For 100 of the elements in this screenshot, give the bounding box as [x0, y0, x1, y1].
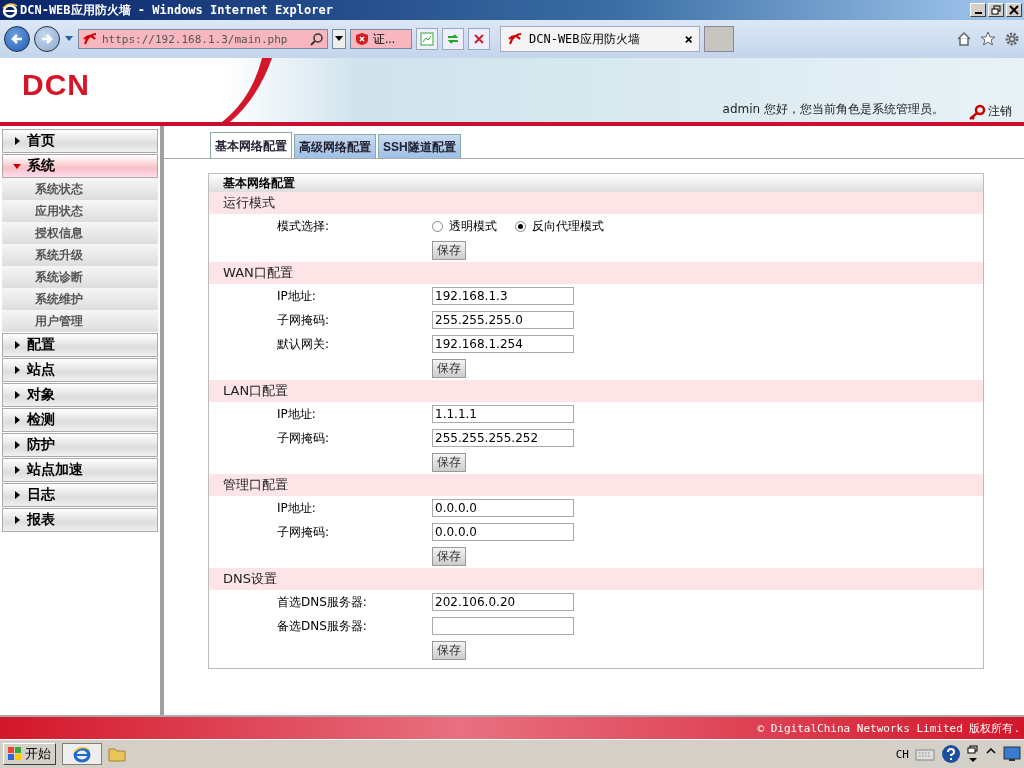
star-icon[interactable] [980, 31, 996, 47]
page-icon [82, 31, 98, 47]
page-icon [507, 31, 523, 47]
sidebar-item[interactable]: 站点 [2, 358, 158, 382]
sidebar-subitem[interactable]: 系统升级 [2, 244, 158, 266]
sidebar-item[interactable]: 首页 [2, 129, 158, 153]
minimize-button[interactable] [970, 3, 986, 17]
sidebar-item[interactable]: 系统 [2, 154, 158, 178]
field-label: 子网掩码: [276, 523, 331, 541]
input-field[interactable]: 192.168.1.254 [432, 335, 574, 353]
caret-right-icon [13, 416, 21, 424]
sidebar-subitem[interactable]: 系统状态 [2, 178, 158, 200]
sidebar-item[interactable]: 对象 [2, 383, 158, 407]
close-button[interactable] [1006, 3, 1022, 17]
input-field[interactable]: 0.0.0.0 [432, 523, 574, 541]
save-button[interactable]: 保存 [432, 640, 466, 660]
section-header: 运行模式 [209, 192, 983, 214]
dropdown-icon[interactable] [64, 35, 74, 43]
monitor-icon[interactable] [1003, 746, 1021, 762]
logout-link[interactable]: 注销 [968, 103, 1012, 120]
sidebar-item[interactable]: 防护 [2, 433, 158, 457]
sidebar-item[interactable]: 报表 [2, 508, 158, 532]
refresh-icon[interactable] [442, 28, 464, 50]
sidebar-item[interactable]: 站点加速 [2, 458, 158, 482]
key-icon [968, 103, 986, 120]
field-label: 子网掩码: [276, 311, 331, 329]
caret-right-icon [13, 441, 21, 449]
window-title: DCN-WEB应用防火墙 - Windows Internet Explorer [20, 1, 334, 19]
minimize-icon [974, 12, 982, 14]
sidebar-item[interactable]: 配置 [2, 333, 158, 357]
arrow-left-icon [10, 32, 24, 46]
save-button[interactable]: 保存 [432, 546, 466, 566]
certificate-error-button[interactable]: 证... [350, 29, 412, 49]
section-header: 管理口配置 [209, 474, 983, 496]
restore-icon [991, 5, 1001, 15]
stop-icon[interactable] [468, 28, 490, 50]
sidebar-subitem[interactable]: 系统诊断 [2, 266, 158, 288]
sidebar-subitem[interactable]: 授权信息 [2, 222, 158, 244]
input-field[interactable] [432, 617, 574, 635]
input-field[interactable]: 192.168.1.3 [432, 287, 574, 305]
restore-button[interactable] [988, 3, 1004, 17]
copyright-text: © DigitalChina Networks Limited 版权所有. [757, 720, 1020, 736]
radio-option[interactable]: 透明模式 [432, 217, 497, 235]
field-label: 模式选择: [276, 217, 331, 235]
window-switch-icon[interactable] [967, 744, 979, 764]
sidebar-subitem[interactable]: 用户管理 [2, 310, 158, 332]
field-label: 子网掩码: [276, 429, 331, 447]
splitter-handle[interactable] [160, 126, 164, 715]
save-button[interactable]: 保存 [432, 452, 466, 472]
address-dropdown-button[interactable] [332, 29, 346, 49]
config-tab[interactable]: SSH隧道配置 [378, 134, 461, 158]
home-icon[interactable] [956, 31, 972, 47]
panel-title: 基本网络配置 [209, 174, 983, 192]
search-icon[interactable] [310, 32, 324, 46]
caret-right-icon [13, 366, 21, 374]
caret-right-icon [13, 466, 21, 474]
forward-button[interactable] [34, 26, 60, 52]
input-field[interactable]: 202.106.0.20 [432, 593, 574, 611]
input-field[interactable]: 1.1.1.1 [432, 405, 574, 423]
caret-down-icon [13, 162, 21, 170]
browser-taskbar-button[interactable] [62, 743, 102, 765]
section-header: LAN口配置 [209, 380, 983, 402]
arrow-right-icon [40, 32, 54, 46]
section-header: WAN口配置 [209, 262, 983, 284]
input-field[interactable]: 0.0.0.0 [432, 499, 574, 517]
caret-right-icon [13, 516, 21, 524]
field-label: IP地址: [276, 405, 317, 423]
browser-logo-icon [2, 2, 18, 18]
field-label: 备选DNS服务器: [276, 617, 368, 635]
close-icon [1009, 5, 1019, 15]
sidebar-item[interactable]: 日志 [2, 483, 158, 507]
save-button[interactable]: 保存 [432, 240, 466, 260]
sidebar-item[interactable]: 检测 [2, 408, 158, 432]
logo: DCN [22, 68, 90, 102]
caret-right-icon [13, 491, 21, 499]
language-indicator[interactable]: CH [895, 747, 909, 761]
config-tab[interactable]: 高级网络配置 [294, 134, 376, 158]
radio-option[interactable]: 反向代理模式 [515, 217, 604, 235]
shield-icon [355, 32, 369, 46]
field-label: 首选DNS服务器: [276, 593, 368, 611]
input-field[interactable]: 255.255.255.0 [432, 311, 574, 329]
windows-logo-icon [8, 747, 22, 761]
save-button[interactable]: 保存 [432, 358, 466, 378]
caret-right-icon [13, 391, 21, 399]
settings-icon[interactable] [1004, 31, 1020, 47]
input-field[interactable]: 255.255.255.252 [432, 429, 574, 447]
section-header: DNS设置 [209, 568, 983, 590]
caret-right-icon [13, 341, 21, 349]
address-field[interactable]: https://192.168.1.3/main.php [78, 29, 328, 49]
sidebar-subitem[interactable]: 系统维护 [2, 288, 158, 310]
tab-close-button[interactable]: × [684, 31, 693, 47]
browser-logo-icon [73, 745, 91, 763]
caret-down-icon [335, 36, 343, 42]
back-button[interactable] [4, 26, 30, 52]
sidebar-subitem[interactable]: 应用状态 [2, 200, 158, 222]
field-label: IP地址: [276, 499, 317, 517]
config-tab[interactable]: 基本网络配置 [210, 132, 292, 158]
help-icon[interactable] [941, 744, 961, 764]
browser-tab[interactable]: DCN-WEB应用防火墙 × [500, 26, 700, 52]
start-button[interactable]: 开始 [3, 743, 56, 765]
